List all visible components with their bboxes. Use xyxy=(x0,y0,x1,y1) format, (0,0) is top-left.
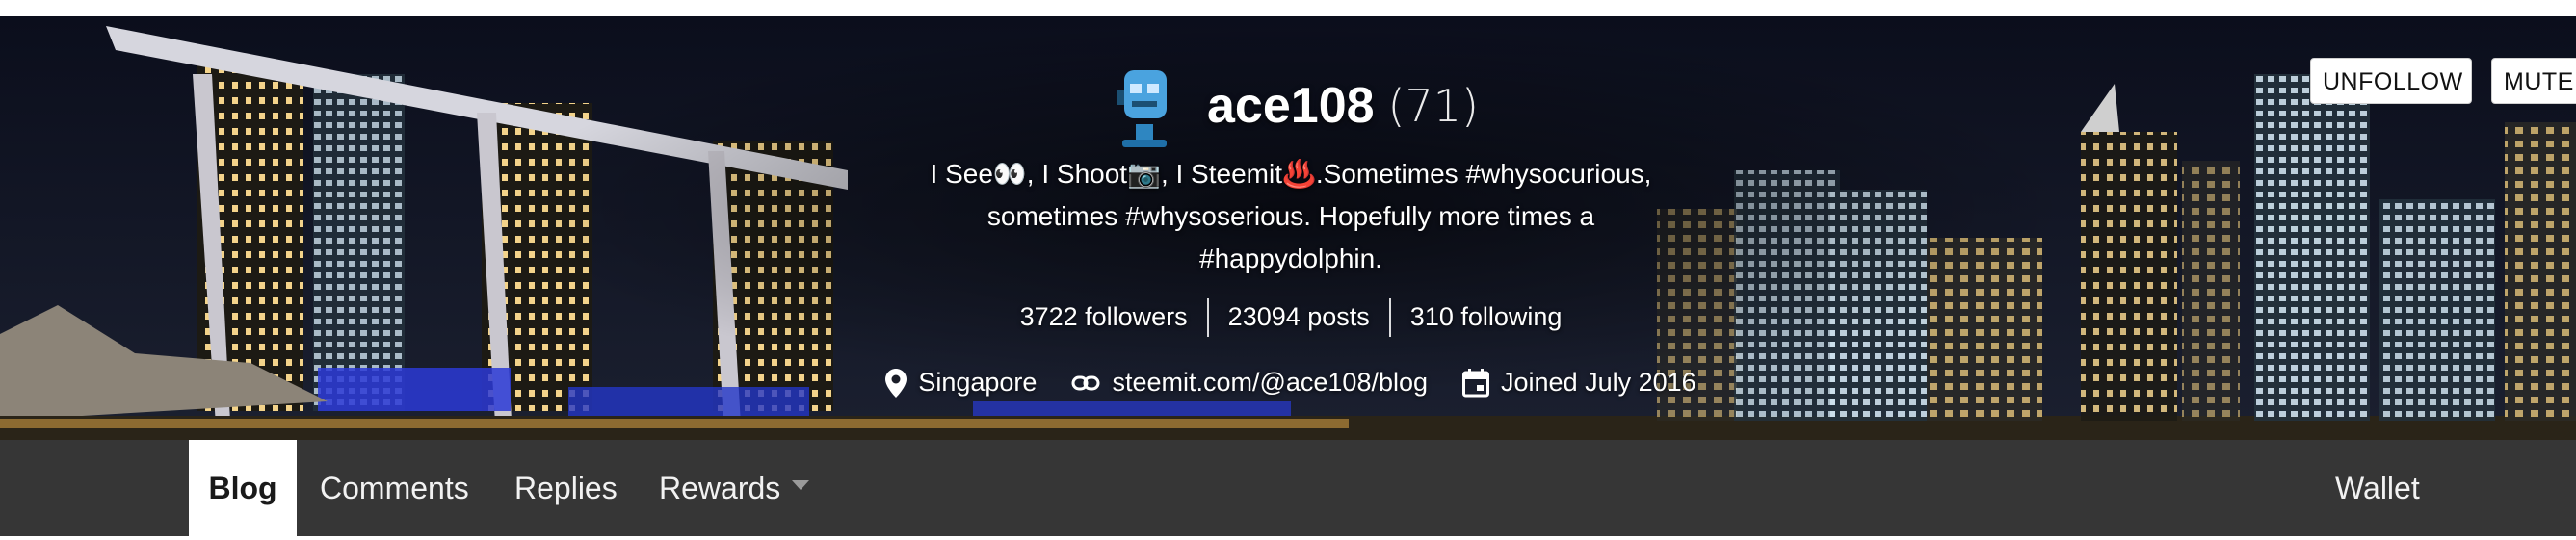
reputation-score: (71) xyxy=(1387,80,1479,132)
calendar-icon xyxy=(1462,368,1490,397)
posts-count: 23094 posts xyxy=(1227,302,1370,331)
profile-header: ace108 (71) I See👀, I Shoot📷, I Steemit♨… xyxy=(867,16,1715,440)
caret-down-icon xyxy=(792,479,810,490)
tab-rewards-dropdown[interactable]: Rewards xyxy=(659,440,810,536)
name-row: ace108 (71) xyxy=(867,63,1715,149)
profile-about: I See👀, I Shoot📷, I Steemit♨️.Sometimes … xyxy=(906,153,1676,280)
profile-meta: Singapore steemit.com/@ace108/blog Joine… xyxy=(867,368,1715,398)
profile-name: ace108 xyxy=(1207,78,1375,134)
bottom-strip xyxy=(0,536,2576,540)
following-count[interactable]: 310 following xyxy=(1391,302,1582,337)
profile-stats: 3722 followers 23094 posts 310 following xyxy=(867,298,1715,337)
tab-wallet[interactable]: Wallet xyxy=(2335,440,2420,536)
unfollow-button[interactable]: UNFOLLOW xyxy=(2310,58,2472,104)
link-icon xyxy=(1071,375,1100,390)
tab-blog[interactable]: Blog xyxy=(189,440,297,536)
about-line: I See👀, I Shoot📷, I Steemit♨️.Sometimes … xyxy=(930,159,1652,189)
tab-replies[interactable]: Replies xyxy=(514,440,618,536)
about-line: #happydolphin. xyxy=(1199,244,1382,273)
profile-nav-bar: Blog Comments Replies Rewards Wallet xyxy=(0,440,2576,536)
tab-comments[interactable]: Comments xyxy=(320,440,469,536)
top-strip xyxy=(0,0,2576,17)
location-pin-icon xyxy=(885,368,907,398)
location-item: Singapore xyxy=(885,368,1037,398)
robot-microphone-icon[interactable] xyxy=(1103,64,1186,147)
tab-rewards-label: Rewards xyxy=(659,471,781,505)
about-line: sometimes #whysoserious. Hopefully more … xyxy=(986,201,1595,231)
mute-button[interactable]: MUTE xyxy=(2491,58,2576,104)
website-link[interactable]: steemit.com/@ace108/blog xyxy=(1112,368,1428,398)
joined-date: Joined July 2016 xyxy=(1501,368,1696,397)
location-text: Singapore xyxy=(918,368,1038,397)
website-item[interactable]: steemit.com/@ace108/blog xyxy=(1071,368,1428,398)
joined-item: Joined July 2016 xyxy=(1462,368,1696,398)
followers-count[interactable]: 3722 followers xyxy=(1001,302,1207,337)
